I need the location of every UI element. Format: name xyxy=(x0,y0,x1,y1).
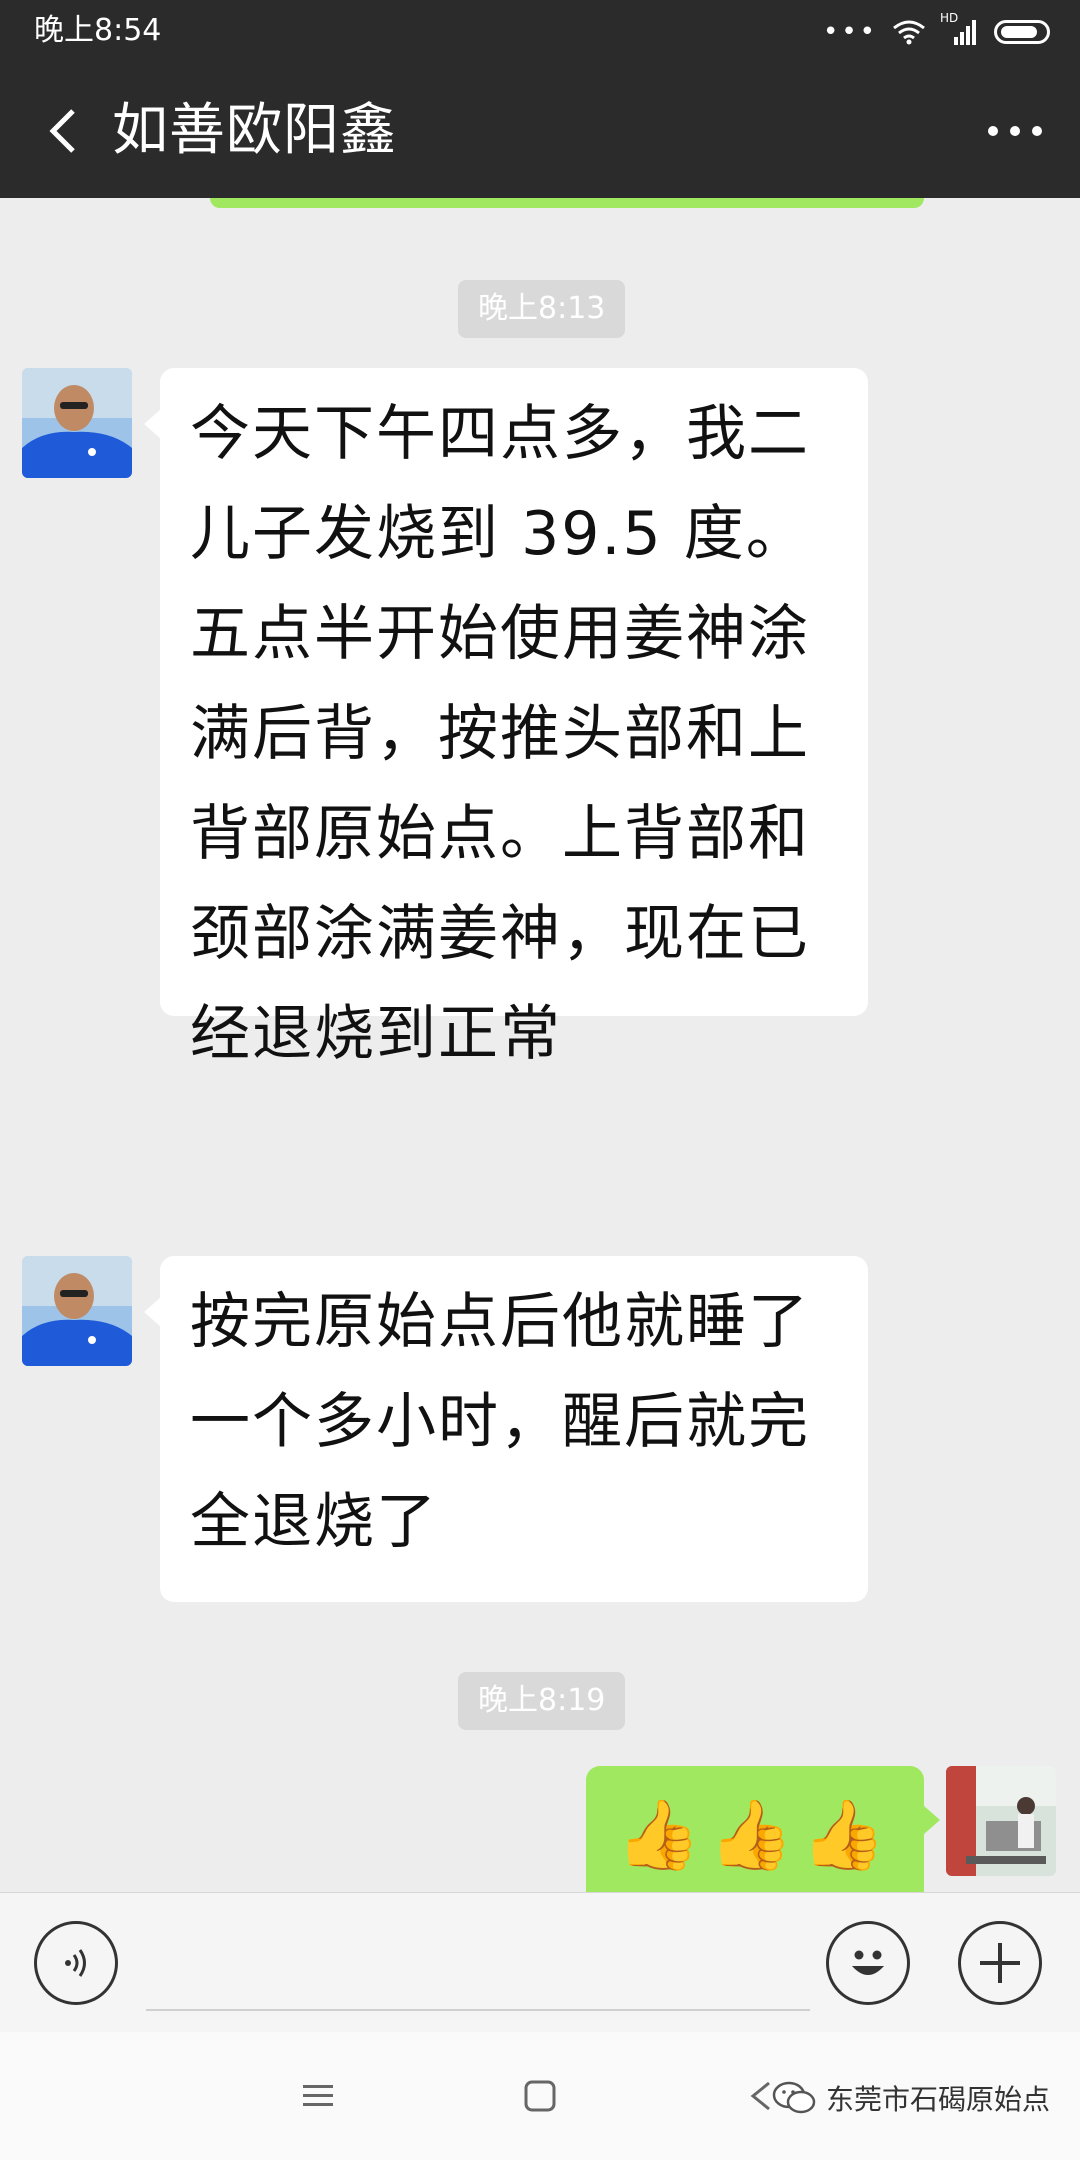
more-functions-button[interactable] xyxy=(958,1921,1042,2005)
contact-avatar[interactable] xyxy=(22,368,132,478)
bubble-tail xyxy=(924,1806,940,1834)
bubble-tail xyxy=(144,1298,160,1326)
system-nav-bar: 东莞市石碣原始点 xyxy=(0,2032,1080,2160)
input-bar xyxy=(0,1892,1080,2032)
chat-title: 如善欧阳鑫 xyxy=(112,98,397,163)
previous-message-bubble[interactable] xyxy=(210,198,924,208)
bubble-tail xyxy=(144,410,160,438)
message-bubble-incoming[interactable]: 按完原始点后他就睡了一个多小时，醒后就完全退烧了 xyxy=(160,1256,868,1602)
message-bubble-outgoing[interactable]: 👍👍👍 xyxy=(586,1766,924,1892)
thumbs-up-emoji-text: 👍👍👍 xyxy=(616,1796,895,1875)
message-input[interactable] xyxy=(146,1917,810,2011)
watermark-text: 东莞市石碣原始点 xyxy=(825,2083,1050,2116)
notification-dots-icon: ••• xyxy=(822,17,878,47)
status-time: 晚上8:54 xyxy=(34,13,162,48)
status-bar: 晚上8:54 ••• HD xyxy=(0,0,1080,64)
timestamp-chip: 晚上8:19 xyxy=(458,1672,626,1730)
timestamp-chip: 晚上8:13 xyxy=(458,280,626,338)
menu-icon xyxy=(303,2085,333,2106)
cell-signal-icon: HD xyxy=(940,11,980,47)
wifi-icon xyxy=(893,20,925,45)
battery-icon xyxy=(994,20,1050,44)
emoji-button[interactable] xyxy=(826,1921,910,2005)
plus-icon xyxy=(980,1943,1020,1983)
back-button[interactable] xyxy=(30,99,94,163)
contact-avatar[interactable] xyxy=(22,1256,132,1366)
message-text: 按完原始点后他就睡了一个多小时，醒后就完全退烧了 xyxy=(190,1287,810,1557)
menu-button[interactable] xyxy=(278,2060,358,2132)
more-dots-icon xyxy=(988,126,1042,136)
chevron-left-icon xyxy=(49,109,75,153)
voice-icon xyxy=(65,1949,86,1977)
voice-input-button[interactable] xyxy=(34,1921,118,2005)
message-bubble-incoming[interactable]: 今天下午四点多，我二儿子发烧到 39.5 度。五点半开始使用姜神涂满后背，按推头… xyxy=(160,368,868,1069)
my-avatar[interactable] xyxy=(946,1766,1056,1876)
message-text: 今天下午四点多，我二儿子发烧到 39.5 度。五点半开始使用姜神涂满后背，按推头… xyxy=(190,399,810,1069)
home-button[interactable] xyxy=(500,2060,580,2132)
more-options-button[interactable] xyxy=(980,99,1050,163)
title-bar: 如善欧阳鑫 xyxy=(0,64,1080,198)
emoji-icon xyxy=(852,1950,884,1975)
home-square-icon xyxy=(524,2080,556,2112)
watermark: 东莞市石碣原始点 xyxy=(772,2076,1050,2120)
chat-area[interactable]: 晚上8:13 今天下午四点多，我二儿子发烧到 39.5 度。五点半开始使用姜神涂… xyxy=(0,198,1080,1892)
wechat-logo-icon xyxy=(772,2081,816,2114)
status-icons: ••• HD xyxy=(822,11,1050,50)
